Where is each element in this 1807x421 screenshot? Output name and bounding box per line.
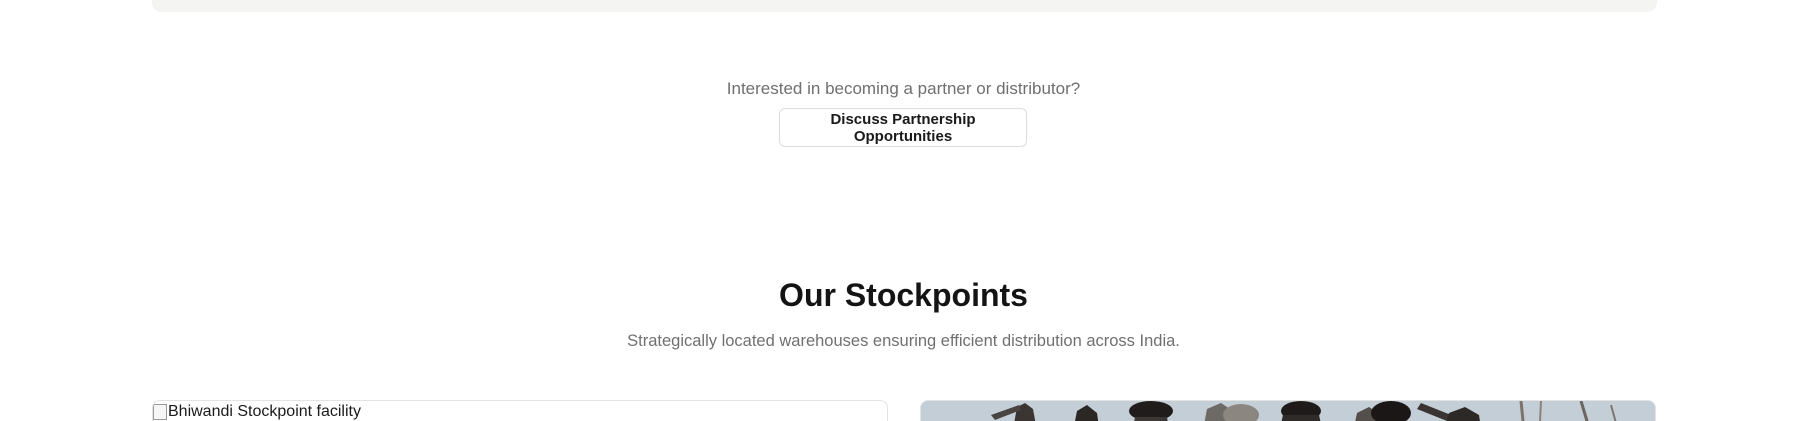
stockpoint-card-photo[interactable] [920,400,1656,421]
broken-image-placeholder: Bhiwandi Stockpoint facility [153,403,361,421]
page: Interested in becoming a partner or dist… [0,0,1807,421]
previous-section-panel [152,0,1657,12]
discuss-partnership-button[interactable]: Discuss Partnership Opportunities [779,108,1027,147]
stockpoint-photo [921,401,1655,421]
broken-image-icon [153,404,167,420]
partnership-prompt: Interested in becoming a partner or dist… [726,79,1081,98]
image-alt-text: Bhiwandi Stockpoint facility [168,403,361,420]
photo-illustration [921,401,1655,421]
stockpoints-subtitle: Strategically located warehouses ensurin… [627,332,1180,350]
stockpoint-card-bhiwandi[interactable]: Bhiwandi Stockpoint facility [152,400,888,421]
stockpoints-title: Our Stockpoints [779,277,1028,313]
